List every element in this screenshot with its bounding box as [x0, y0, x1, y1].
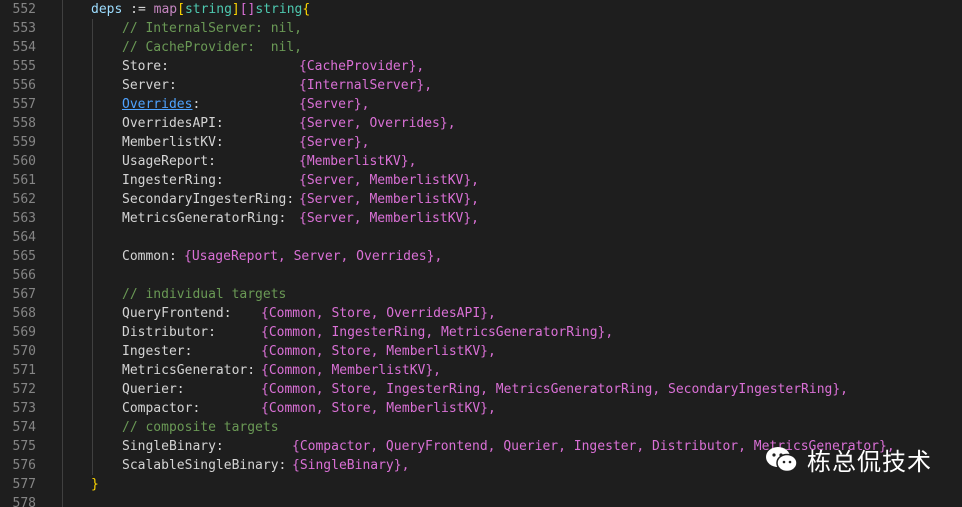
comment-line: // composite targets — [122, 420, 279, 435]
code-line-559[interactable]: MemberlistKV: — [122, 133, 224, 152]
map-key: MetricsGenerator: — [122, 363, 256, 378]
map-key: UsageReport: — [122, 154, 216, 169]
code-line-576[interactable]: ScalableSingleBinary: — [122, 456, 286, 475]
watermark-text: 栋总侃技术 — [807, 448, 932, 476]
watermark: 栋总侃技术 — [765, 442, 932, 477]
line-number: 574 — [12, 420, 36, 435]
map-value: {Common, Store, IngesterRing, MetricsGen… — [261, 382, 848, 397]
comment-line: // InternalServer: nil, — [122, 21, 303, 36]
map-key: IngesterRing: — [122, 173, 224, 188]
map-key: SingleBinary: — [122, 439, 224, 454]
line-number: 556 — [12, 78, 36, 93]
map-value: {Server, MemberlistKV}, — [299, 173, 480, 188]
map-key: OverridesAPI: — [122, 116, 224, 131]
map-key: Store: — [122, 59, 169, 74]
wechat-icon — [765, 446, 799, 474]
map-key: ScalableSingleBinary: — [122, 458, 287, 473]
code-area[interactable]: deps := map[string][]string{ // Internal… — [60, 0, 962, 507]
map-key: Ingester: — [122, 344, 193, 359]
code-line-555[interactable]: Store: — [122, 57, 169, 76]
line-number: 567 — [12, 287, 36, 302]
line-number: 575 — [12, 439, 36, 454]
map-value: {Common, MemberlistKV}, — [261, 363, 442, 378]
code-line-572[interactable]: Querier: — [122, 380, 185, 399]
code-line-556[interactable]: Server: — [122, 76, 177, 95]
code-editor[interactable]: 552 553 554 555 556 557 558 559 560 561 … — [0, 0, 962, 507]
map-key: Common: — [122, 249, 177, 264]
line-number: 562 — [12, 192, 36, 207]
line-number: 577 — [12, 477, 36, 492]
line-number: 553 — [12, 21, 36, 36]
code-line-552[interactable]: deps := map[string][]string{ — [91, 0, 310, 19]
map-value: {CacheProvider}, — [299, 59, 425, 74]
map-value: {Server}, — [299, 97, 370, 112]
code-line-569[interactable]: Distributor: — [122, 323, 216, 342]
map-value: {SingleBinary}, — [292, 458, 410, 473]
map-value: {Server, Overrides}, — [299, 116, 456, 131]
closing-brace: } — [91, 477, 99, 492]
indent-guide — [62, 0, 63, 507]
line-number: 569 — [12, 325, 36, 340]
map-value: {Common, Store, MemberlistKV}, — [261, 344, 496, 359]
line-number: 554 — [12, 40, 36, 55]
elem-type: string — [255, 2, 303, 17]
line-number: 576 — [12, 458, 36, 473]
line-number: 565 — [12, 249, 36, 264]
overrides-link[interactable]: Overrides — [122, 97, 192, 112]
indent-guide — [92, 19, 93, 475]
code-line-568[interactable]: QueryFrontend: — [122, 304, 232, 323]
line-number: 566 — [12, 268, 36, 283]
map-value: {Common, IngesterRing, MetricsGeneratorR… — [261, 325, 614, 340]
line-number: 573 — [12, 401, 36, 416]
code-line-570[interactable]: Ingester: — [122, 342, 192, 361]
map-key: Server: — [122, 78, 177, 93]
map-key: Distributor: — [122, 325, 216, 340]
map-value: {Server, MemberlistKV}, — [299, 192, 480, 207]
map-value: {Common, Store, OverridesAPI}, — [261, 306, 496, 321]
line-number: 557 — [12, 97, 36, 112]
line-number: 558 — [12, 116, 36, 131]
code-line-565[interactable]: Common: — [122, 247, 177, 266]
line-number: 568 — [12, 306, 36, 321]
line-number: 555 — [12, 59, 36, 74]
map-value: {Common, Store, MemberlistKV}, — [261, 401, 496, 416]
comment-line: // individual targets — [122, 287, 287, 302]
line-number: 552 — [12, 2, 36, 17]
code-line-573[interactable]: Compactor: — [122, 399, 200, 418]
map-key: Querier: — [122, 382, 185, 397]
line-number: 559 — [12, 135, 36, 150]
map-value: {InternalServer}, — [299, 78, 433, 93]
code-line-575[interactable]: SingleBinary: — [122, 437, 224, 456]
code-line-557[interactable]: Overrides: — [122, 95, 200, 114]
comment-line: // CacheProvider: nil, — [122, 40, 303, 55]
line-number: 561 — [12, 173, 36, 188]
key-type: string — [184, 2, 232, 17]
code-line-562[interactable]: SecondaryIngesterRing: — [122, 190, 294, 209]
map-keyword: map — [153, 2, 178, 17]
line-number: 571 — [12, 363, 36, 378]
line-number-gutter: 552 553 554 555 556 557 558 559 560 561 … — [0, 0, 40, 507]
map-key: MetricsGeneratorRing: — [122, 211, 287, 226]
map-value: {Server, MemberlistKV}, — [299, 211, 480, 226]
code-line-563[interactable]: MetricsGeneratorRing: — [122, 209, 286, 228]
map-key: MemberlistKV: — [122, 135, 224, 150]
line-number: 570 — [12, 344, 36, 359]
line-number: 564 — [12, 230, 36, 245]
code-line-571[interactable]: MetricsGenerator: — [122, 361, 255, 380]
line-number: 572 — [12, 382, 36, 397]
code-line-558[interactable]: OverridesAPI: — [122, 114, 224, 133]
code-line-561[interactable]: IngesterRing: — [122, 171, 224, 190]
map-key: SecondaryIngesterRing: — [122, 192, 295, 207]
line-number: 563 — [12, 211, 36, 226]
map-key: Compactor: — [122, 401, 201, 416]
code-line-560[interactable]: UsageReport: — [122, 152, 216, 171]
line-number: 560 — [12, 154, 36, 169]
deps-variable: deps — [91, 2, 123, 17]
map-value: {Server}, — [299, 135, 370, 150]
map-key: QueryFrontend: — [122, 306, 232, 321]
map-value: {UsageReport, Server, Overrides}, — [184, 249, 443, 264]
map-value: {MemberlistKV}, — [299, 154, 417, 169]
line-number: 578 — [12, 496, 36, 507]
